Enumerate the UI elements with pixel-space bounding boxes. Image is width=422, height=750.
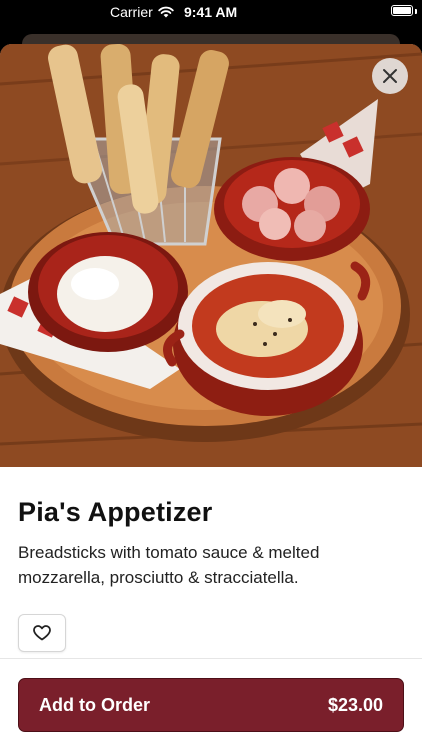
item-detail-sheet: Pia's Appetizer Breadsticks with tomato … [0,44,422,750]
battery-cap [415,9,417,14]
add-to-order-button[interactable]: Add to Order $23.00 [18,678,404,732]
item-title: Pia's Appetizer [18,497,213,527]
battery-icon [391,5,413,16]
status-bar: Carrier 9:41 AM [0,0,422,24]
screen: Carrier 9:41 AM Pia's Appetizer Breadsti… [0,0,422,750]
status-time: 9:41 AM [184,4,238,20]
battery-level [393,7,411,14]
add-to-order-label: Add to Order [39,694,150,715]
heart-icon [33,625,51,641]
carrier-label: Carrier [110,4,153,20]
close-icon [383,69,397,83]
item-description: Breadsticks with tomato sauce & melted m… [18,543,320,587]
close-button[interactable] [372,58,408,94]
order-price: $23.00 [327,694,383,715]
food-photo [0,44,422,467]
food-illustration [0,44,422,467]
carrier-group: Carrier [110,4,174,20]
favorite-button[interactable] [18,614,66,652]
wifi-icon [158,6,174,18]
divider [0,658,422,659]
item-details: Pia's Appetizer Breadsticks with tomato … [0,467,422,652]
